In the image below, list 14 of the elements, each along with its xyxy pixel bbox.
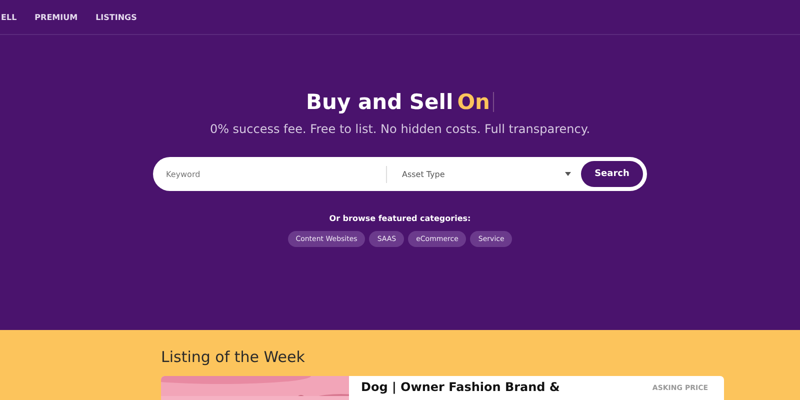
caret-icon xyxy=(565,172,571,176)
nav-link[interactable]: PREMIUM xyxy=(34,12,78,22)
nav-link[interactable]: ELL xyxy=(1,12,17,22)
hero-subtitle: 0% success fee. Free to list. No hidden costs. Full transparency. xyxy=(210,122,590,136)
section-heading: Listing of the Week xyxy=(161,348,306,366)
asset-type-dropdown[interactable]: Asset Type xyxy=(387,170,581,178)
browse-label: Or browse featured categories: xyxy=(329,214,471,223)
hero-title-highlight: On xyxy=(457,90,490,114)
listing-title: Dog | Owner Fashion Brand & xyxy=(361,380,560,396)
text-cursor xyxy=(493,92,494,112)
hero-title: Buy and Sell xyxy=(306,90,454,114)
search-button[interactable]: Search xyxy=(581,161,643,187)
keyword-field[interactable]: Keyword xyxy=(166,166,387,182)
nav-link[interactable]: LISTINGS xyxy=(96,12,137,22)
